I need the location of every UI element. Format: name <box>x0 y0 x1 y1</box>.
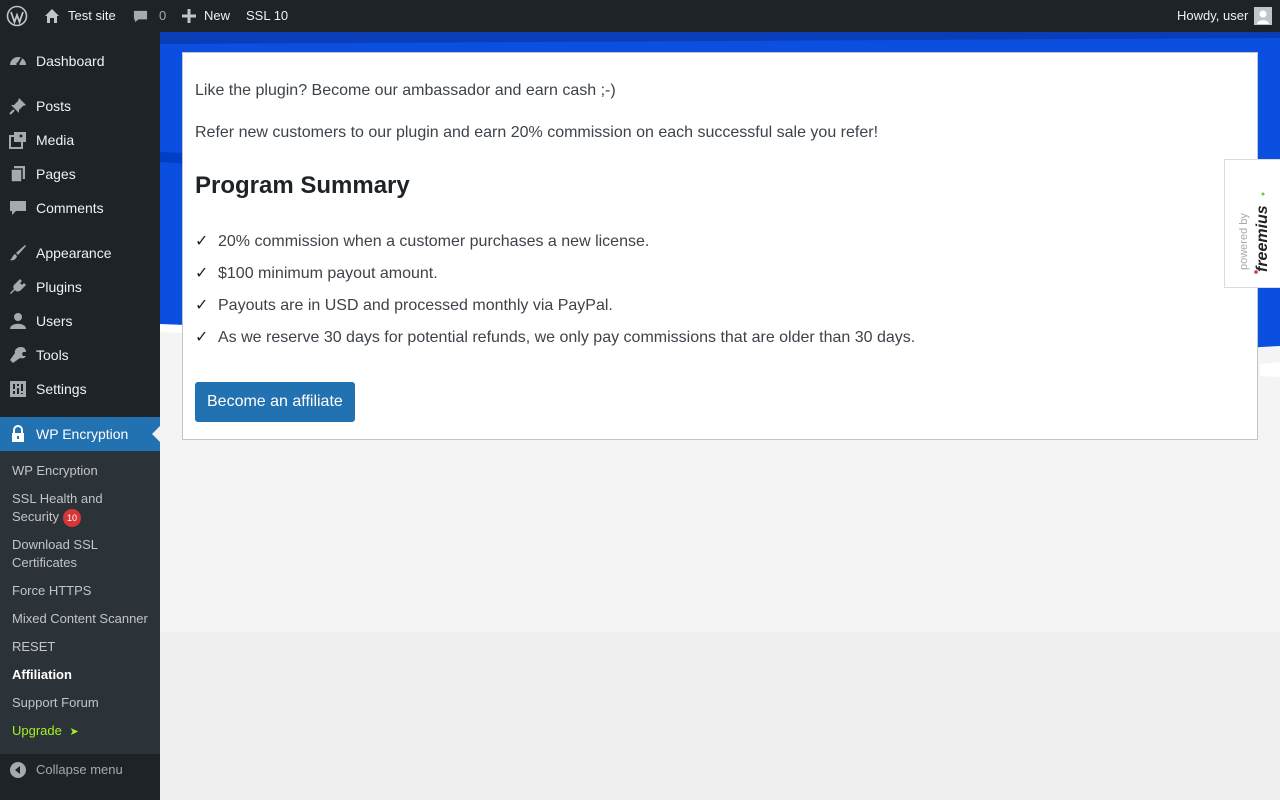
menu-item-plugins[interactable]: Plugins <box>0 270 160 304</box>
menu-item-label: Users <box>36 313 73 329</box>
svg-text:freemius: freemius <box>1254 205 1271 272</box>
submenu-affiliation[interactable]: Affiliation <box>12 666 152 684</box>
wrench-icon <box>9 346 27 364</box>
comment-icon <box>9 199 27 217</box>
menu-item-users[interactable]: Users <box>0 304 160 338</box>
submenu-force-https[interactable]: Force HTTPS <box>12 582 152 600</box>
page-footer-area <box>160 632 1280 800</box>
become-affiliate-button[interactable]: Become an affiliate <box>195 382 355 422</box>
menu-item-label: Dashboard <box>36 53 105 69</box>
notification-badge: 10 <box>62 508 81 527</box>
main-content: Like the plugin? Become our ambassador a… <box>160 32 1280 632</box>
comments-link[interactable]: 0 <box>133 0 166 32</box>
site-name: Test site <box>68 8 116 23</box>
avatar <box>1254 7 1273 25</box>
menu-item-label: Pages <box>36 166 76 182</box>
submenu-ssl-health[interactable]: SSL Health and Security 10 <box>12 490 152 527</box>
summary-item: ✓ 20% commission when a customer purchase… <box>195 231 649 251</box>
menu-item-wp-encryption[interactable]: WP Encryption <box>0 417 160 451</box>
affiliate-card: Like the plugin? Become our ambassador a… <box>182 52 1258 440</box>
freemius-logo: powered by freemius <box>1238 192 1271 274</box>
summary-item: ✓ As we reserve 30 days for potential ref… <box>195 327 915 347</box>
summary-item-text: Payouts are in USD and processed monthly… <box>218 297 613 314</box>
admin-bar: Test site 0 New SSL 10 Howdy, user <box>0 0 1280 32</box>
svg-text:powered by: powered by <box>1238 213 1250 270</box>
submenu-support-forum[interactable]: Support Forum <box>12 694 152 712</box>
settings-icon <box>9 380 27 398</box>
submenu-label: Upgrade <box>12 723 62 738</box>
submenu-mixed-content[interactable]: Mixed Content Scanner <box>12 610 152 628</box>
media-icon <box>9 131 27 149</box>
wp-encryption-submenu: WP Encryption SSL Health and Security 10 … <box>0 451 160 754</box>
greeting: Howdy, user <box>1177 8 1249 23</box>
lock-icon <box>9 425 27 443</box>
dashboard-icon <box>9 52 27 70</box>
submenu-upgrade[interactable]: Upgrade ➤ <box>12 722 152 741</box>
checkmark-icon: ✓ <box>195 265 209 282</box>
site-name-link[interactable]: Test site <box>44 0 116 32</box>
ssl-label: SSL 10 <box>246 8 289 23</box>
program-summary-heading: Program Summary <box>195 172 410 199</box>
plus-icon <box>182 9 196 23</box>
menu-item-posts[interactable]: Posts <box>0 89 160 123</box>
comments-count: 0 <box>159 8 167 23</box>
menu-item-dashboard[interactable]: Dashboard <box>0 44 160 78</box>
summary-item: ✓ Payouts are in USD and processed monthl… <box>195 295 613 315</box>
menu-item-settings[interactable]: Settings <box>0 372 160 406</box>
pages-icon <box>9 165 27 183</box>
collapse-arrow-icon <box>10 762 26 781</box>
menu-item-label: Tools <box>36 347 69 363</box>
checkmark-icon: ✓ <box>195 297 209 314</box>
summary-item-text: $100 minimum payout amount. <box>218 265 438 282</box>
summary-item: ✓ $100 minimum payout amount. <box>195 263 438 283</box>
summary-item-text: As we reserve 30 days for potential refu… <box>218 329 916 346</box>
menu-item-label: Appearance <box>36 245 112 261</box>
menu-item-tools[interactable]: Tools <box>0 338 160 372</box>
summary-item-text: 20% commission when a customer purchases… <box>218 233 650 250</box>
current-menu-arrow <box>152 426 160 442</box>
submenu-download-ssl[interactable]: Download SSL Certificates <box>12 536 152 572</box>
new-content-link[interactable]: New <box>182 0 230 32</box>
checkmark-icon: ✓ <box>195 233 209 250</box>
menu-item-label: Media <box>36 132 75 148</box>
arrow-right-icon: ➤ <box>69 726 79 738</box>
comment-bubble-icon <box>133 9 148 24</box>
collapse-menu-label: Collapse menu <box>36 762 123 777</box>
wordpress-logo-icon[interactable] <box>6 0 28 32</box>
menu-item-label: Settings <box>36 381 87 397</box>
menu-item-comments[interactable]: Comments <box>0 191 160 225</box>
menu-item-media[interactable]: Media <box>0 123 160 157</box>
collapse-menu-button[interactable]: Collapse menu <box>0 754 160 786</box>
user-icon <box>9 312 27 330</box>
submenu-reset[interactable]: RESET <box>12 638 152 656</box>
menu-item-label: Plugins <box>36 279 82 295</box>
home-icon <box>44 8 60 24</box>
checkmark-icon: ✓ <box>195 329 209 346</box>
submenu-wp-encryption[interactable]: WP Encryption <box>12 462 152 480</box>
menu-item-label: Posts <box>36 98 72 114</box>
menu-item-label: WP Encryption <box>36 426 129 442</box>
menu-item-appearance[interactable]: Appearance <box>0 236 160 270</box>
plug-icon <box>9 278 27 296</box>
intro-text: Like the plugin? Become our ambassador a… <box>195 82 616 99</box>
refer-text: Refer new customers to our plugin and ea… <box>195 124 879 141</box>
menu-item-pages[interactable]: Pages <box>0 157 160 191</box>
submenu-label: SSL Health and Security <box>12 491 103 524</box>
freemius-badge[interactable]: powered by freemius <box>1224 159 1280 288</box>
new-label: New <box>204 8 231 23</box>
account-menu[interactable]: Howdy, user <box>1177 0 1273 32</box>
paintbrush-icon <box>9 244 27 262</box>
pushpin-icon <box>9 97 27 115</box>
ssl-menu-link[interactable]: SSL 10 <box>246 0 288 32</box>
menu-item-label: Comments <box>36 200 104 216</box>
